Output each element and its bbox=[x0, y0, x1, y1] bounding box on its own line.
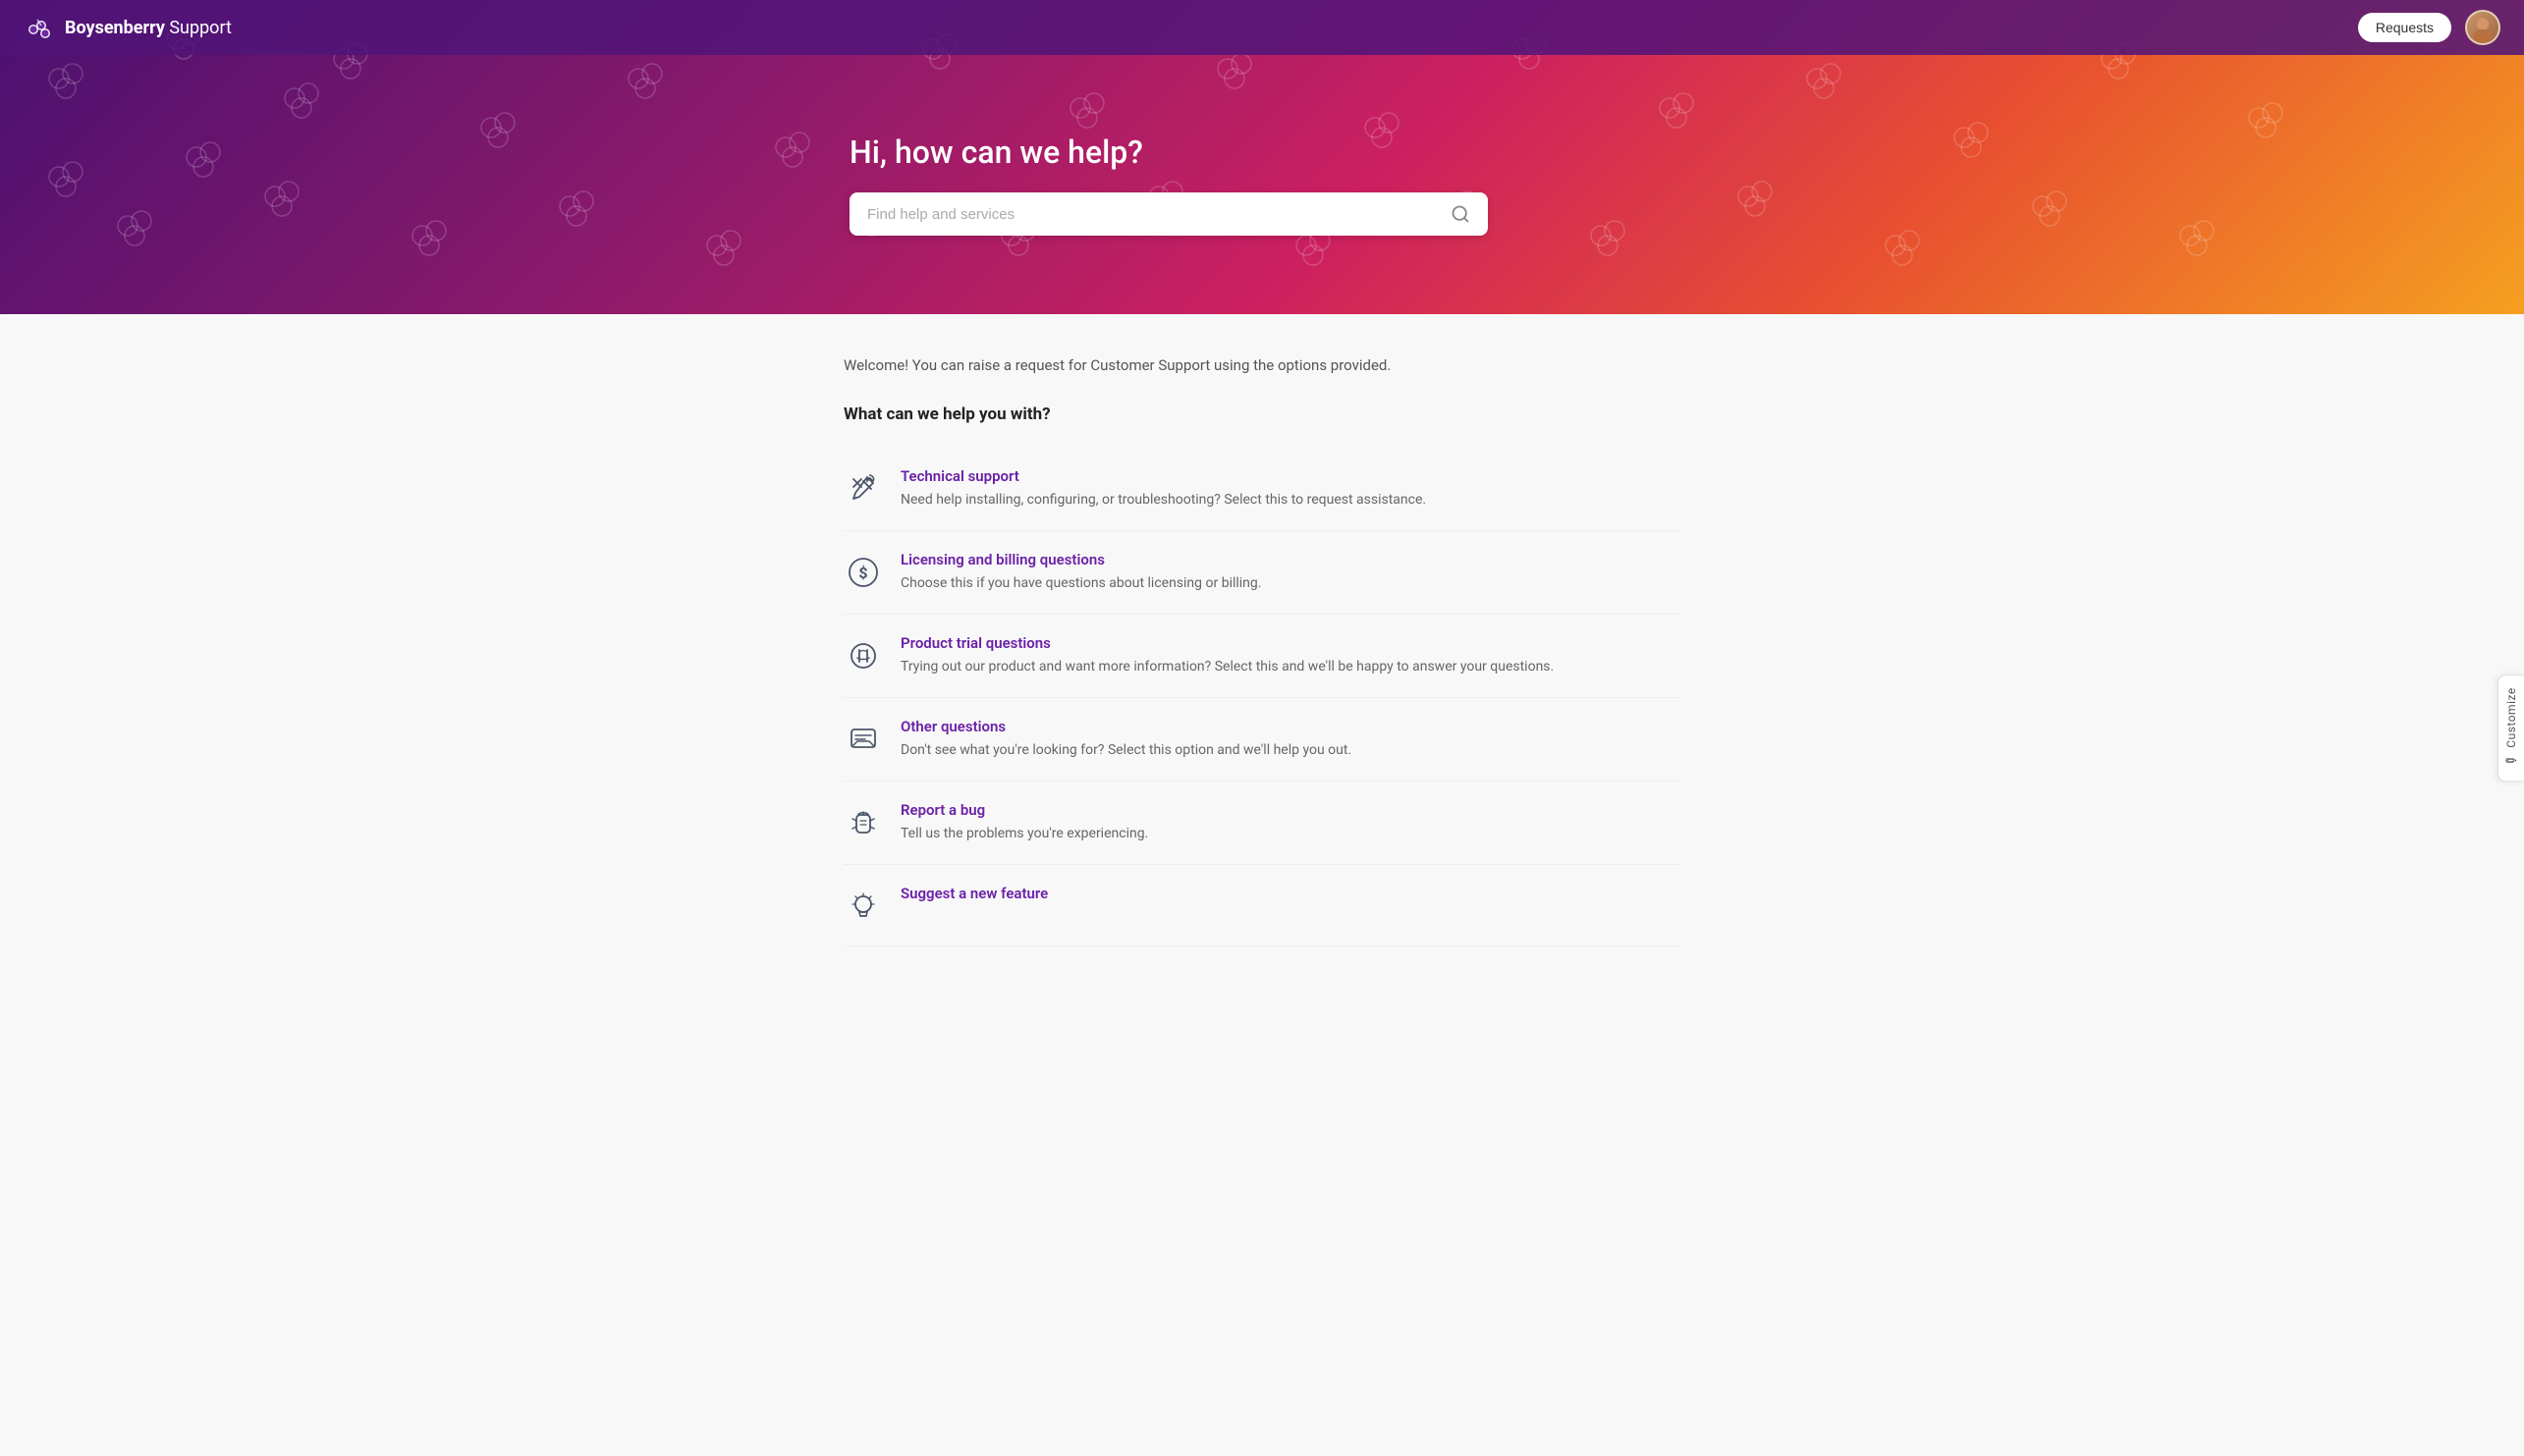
licensing-title: Licensing and billing questions bbox=[901, 551, 1261, 568]
welcome-text: Welcome! You can raise a request for Cus… bbox=[844, 353, 1680, 377]
section-title: What can we help you with? bbox=[844, 404, 1680, 424]
other-questions-text: Other questions Don't see what you're lo… bbox=[901, 718, 1351, 761]
search-icon bbox=[1451, 204, 1470, 224]
product-trial-icon bbox=[844, 636, 883, 675]
licensing-icon: $ bbox=[844, 553, 883, 592]
product-trial-title: Product trial questions bbox=[901, 634, 1554, 652]
service-item-licensing[interactable]: $ Licensing and billing questions Choose… bbox=[844, 531, 1680, 615]
logo-icon bbox=[24, 12, 55, 43]
technical-support-desc: Need help installing, configuring, or tr… bbox=[901, 490, 1426, 511]
header: Boysenberry Support Requests bbox=[0, 0, 2524, 55]
other-questions-desc: Don't see what you're looking for? Selec… bbox=[901, 740, 1351, 761]
avatar-placeholder bbox=[2467, 10, 2498, 45]
report-bug-text: Report a bug Tell us the problems you're… bbox=[901, 801, 1148, 844]
customize-tab[interactable]: Customize ✏ bbox=[2497, 674, 2524, 782]
customize-pen-icon: ✏ bbox=[2505, 753, 2517, 769]
logo[interactable]: Boysenberry Support bbox=[24, 12, 232, 43]
other-questions-icon bbox=[844, 720, 883, 759]
suggest-feature-title: Suggest a new feature bbox=[901, 885, 1048, 902]
hero-content: Hi, how can we help? bbox=[850, 75, 1517, 295]
service-item-bug[interactable]: Report a bug Tell us the problems you're… bbox=[844, 782, 1680, 865]
brand-name: Boysenberry Support bbox=[65, 18, 232, 38]
service-item-other[interactable]: Other questions Don't see what you're lo… bbox=[844, 698, 1680, 782]
technical-support-title: Technical support bbox=[901, 467, 1426, 485]
avatar[interactable] bbox=[2465, 10, 2500, 45]
requests-button[interactable]: Requests bbox=[2358, 13, 2451, 42]
service-item-product-trial[interactable]: Product trial questions Trying out our p… bbox=[844, 615, 1680, 698]
licensing-text: Licensing and billing questions Choose t… bbox=[901, 551, 1261, 594]
main-content: Welcome! You can raise a request for Cus… bbox=[820, 314, 1704, 1025]
header-right: Requests bbox=[2358, 10, 2500, 45]
service-list: Technical support Need help installing, … bbox=[844, 448, 1680, 946]
technical-support-icon bbox=[844, 469, 883, 509]
technical-support-text: Technical support Need help installing, … bbox=[901, 467, 1426, 511]
report-bug-title: Report a bug bbox=[901, 801, 1148, 819]
search-input[interactable] bbox=[867, 206, 1451, 223]
product-trial-text: Product trial questions Trying out our p… bbox=[901, 634, 1554, 677]
search-bar bbox=[850, 192, 1488, 236]
hero-title: Hi, how can we help? bbox=[850, 134, 1517, 171]
customize-label: Customize bbox=[2504, 687, 2518, 747]
service-item-feature[interactable]: Suggest a new feature bbox=[844, 865, 1680, 946]
other-questions-title: Other questions bbox=[901, 718, 1351, 735]
suggest-feature-icon bbox=[844, 887, 883, 926]
service-item-technical-support[interactable]: Technical support Need help installing, … bbox=[844, 448, 1680, 531]
suggest-feature-text: Suggest a new feature bbox=[901, 885, 1048, 907]
report-bug-icon bbox=[844, 803, 883, 842]
svg-text:$: $ bbox=[858, 564, 867, 582]
product-trial-desc: Trying out our product and want more inf… bbox=[901, 657, 1554, 677]
licensing-desc: Choose this if you have questions about … bbox=[901, 573, 1261, 594]
report-bug-desc: Tell us the problems you're experiencing… bbox=[901, 824, 1148, 844]
avatar-image bbox=[2467, 12, 2498, 43]
search-button[interactable] bbox=[1451, 204, 1470, 224]
